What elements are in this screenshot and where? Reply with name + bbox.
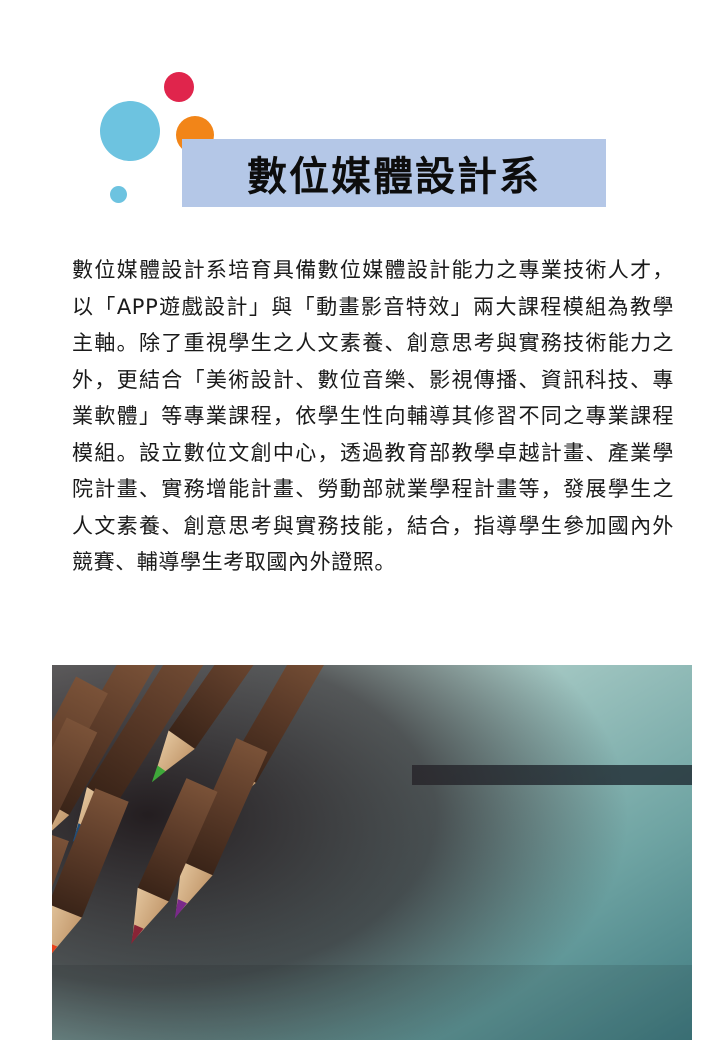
decorative-dot-blue [100, 101, 160, 161]
decorative-dot-red [164, 72, 194, 102]
colored-pencils-photo [52, 665, 692, 1040]
department-description: 數位媒體設計系培育具備數位媒體設計能力之專業技術人才，以「APP遊戲設計」與「動… [72, 258, 674, 574]
decorative-dot-small-blue [110, 186, 127, 203]
page-title: 數位媒體設計系 [247, 154, 541, 200]
title-banner: 數位媒體設計系 [182, 139, 606, 207]
